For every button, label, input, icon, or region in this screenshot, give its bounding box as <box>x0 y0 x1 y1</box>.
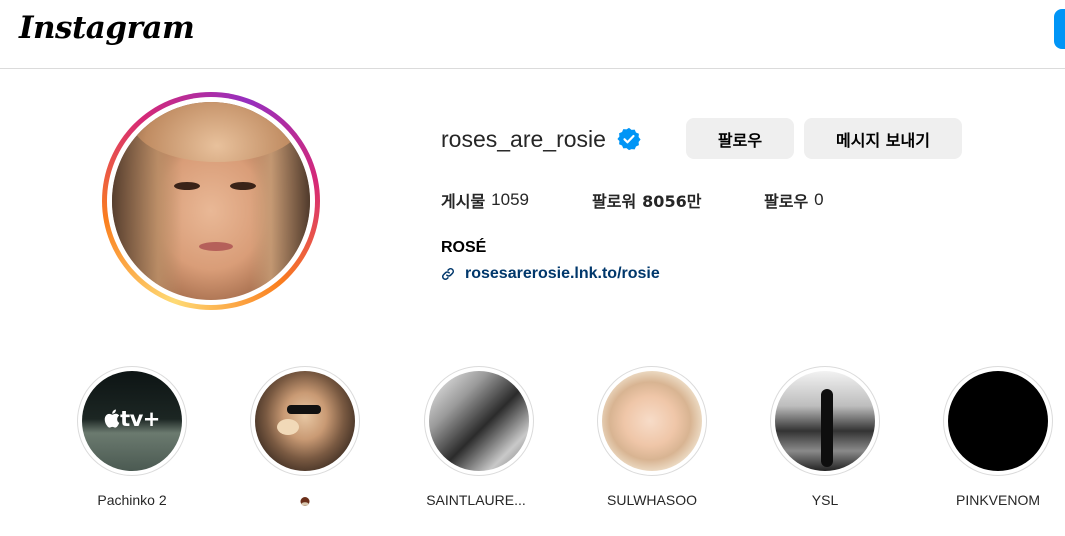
followers-label: 팔로워 <box>592 192 637 211</box>
appletv-logo-icon: tv+ <box>82 407 182 431</box>
profile-full-name: ROSÉ <box>441 239 487 256</box>
avatar-mouth <box>199 242 233 251</box>
highlight-label: Pachinko 2 <box>97 492 167 508</box>
link-icon <box>441 267 455 281</box>
followers-count[interactable]: 팔로워 8056만 <box>592 187 701 213</box>
highlight-label: YSL <box>811 492 839 508</box>
highlight-cover: tv+ <box>82 371 182 471</box>
highlight-label: SAINTLAURE... <box>426 492 526 508</box>
story-highlight[interactable]: tv+ <box>77 366 187 476</box>
posts-count: 게시물 1059 <box>441 187 529 213</box>
instagram-logo[interactable]: Instagram <box>19 10 195 46</box>
cup-shape <box>277 419 299 435</box>
profile-external-link[interactable]: rosesarerosie.lnk.to/rosie <box>465 265 660 283</box>
story-highlight[interactable] <box>770 366 880 476</box>
sunglasses-shape <box>287 405 321 414</box>
posts-label: 게시물 <box>441 192 486 211</box>
story-highlight[interactable] <box>250 366 360 476</box>
highlight-label <box>225 492 385 508</box>
highlight-cover <box>429 371 529 471</box>
highlight-label: SULWHASOO <box>607 492 697 508</box>
following-value: 0 <box>814 190 824 209</box>
profile-avatar[interactable] <box>102 92 320 310</box>
following-count[interactable]: 팔로우 0 <box>764 187 824 213</box>
highlight-cover <box>602 371 702 471</box>
highlight-cover <box>255 371 355 471</box>
profile-username: roses_are_rosie <box>441 125 606 152</box>
profile-link-row: rosesarerosie.lnk.to/rosie <box>441 263 660 285</box>
chestnut-emoji-icon <box>300 497 310 507</box>
tvplus-text: tv+ <box>120 407 160 431</box>
highlight-cover <box>775 371 875 471</box>
top-navigation-bar: Instagram <box>0 0 1065 69</box>
followers-value: 8056만 <box>642 192 702 211</box>
highlight-label: PINKVENOM <box>955 492 1040 508</box>
message-button[interactable]: 메시지 보내기 <box>804 118 962 159</box>
highlight-cover <box>948 371 1048 471</box>
story-highlight[interactable] <box>943 366 1053 476</box>
avatar-gap <box>107 97 315 305</box>
figure-shape <box>821 389 833 467</box>
following-label: 팔로우 <box>764 192 809 211</box>
avatar-eye-left <box>174 182 200 190</box>
story-highlight[interactable] <box>597 366 707 476</box>
story-highlight[interactable] <box>424 366 534 476</box>
username-row: roses_are_rosie <box>441 118 641 160</box>
follow-button[interactable]: 팔로우 <box>686 118 794 159</box>
posts-value: 1059 <box>491 190 529 209</box>
avatar-eye-right <box>230 182 256 190</box>
top-login-button[interactable] <box>1054 9 1065 49</box>
avatar-photo <box>112 102 310 300</box>
apple-icon <box>104 409 120 428</box>
verified-badge-icon <box>617 127 641 151</box>
